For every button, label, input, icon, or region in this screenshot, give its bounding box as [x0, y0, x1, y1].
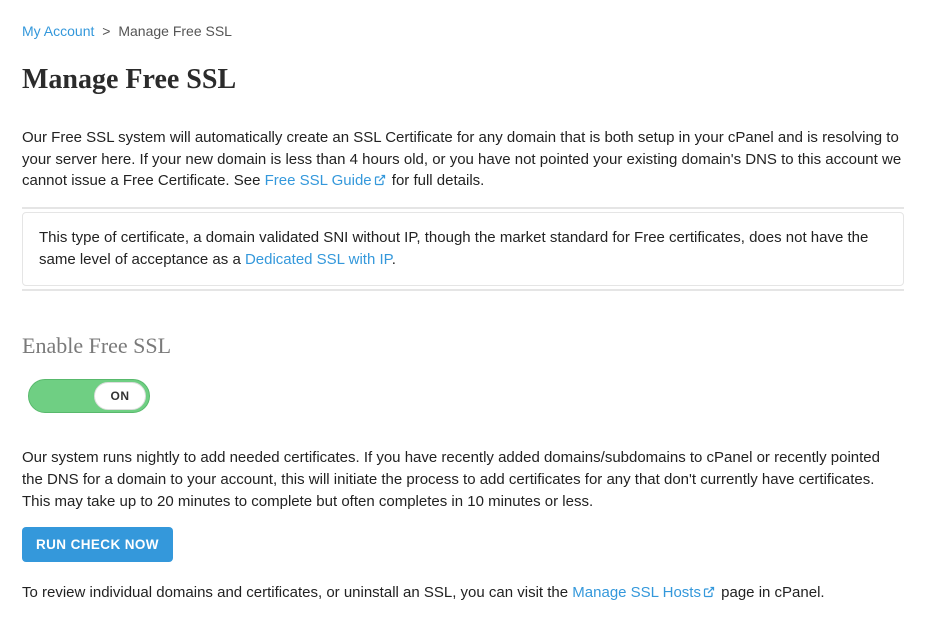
toggle-knob: ON [94, 382, 146, 410]
enable-heading: Enable Free SSL [22, 331, 904, 362]
review-text: To review individual domains and certifi… [22, 582, 904, 605]
free-ssl-guide-link[interactable]: Free SSL Guide [265, 172, 392, 189]
manage-ssl-hosts-link[interactable]: Manage SSL Hosts [572, 584, 721, 601]
intro-part2: for full details. [392, 172, 485, 189]
breadcrumb-separator: > [102, 23, 110, 39]
external-link-icon [703, 583, 715, 605]
note-container: This type of certificate, a domain valid… [22, 207, 904, 291]
manage-ssl-hosts-link-label: Manage SSL Hosts [572, 584, 701, 601]
run-check-now-button[interactable]: RUN CHECK NOW [22, 527, 173, 562]
toggle-label: ON [111, 388, 130, 405]
enable-free-ssl-toggle[interactable]: ON [28, 379, 150, 413]
dedicated-ssl-link[interactable]: Dedicated SSL with IP [245, 251, 392, 268]
review-part1: To review individual domains and certifi… [22, 584, 572, 601]
note-part1: This type of certificate, a domain valid… [39, 229, 868, 268]
breadcrumb-current: Manage Free SSL [118, 23, 232, 39]
breadcrumb: My Account > Manage Free SSL [22, 22, 904, 42]
note-text: This type of certificate, a domain valid… [39, 227, 887, 271]
run-check-description: Our system runs nightly to add needed ce… [22, 447, 904, 512]
note-box: This type of certificate, a domain valid… [22, 212, 904, 286]
review-part2: page in cPanel. [721, 584, 824, 601]
note-part2: . [392, 251, 396, 268]
page-title: Manage Free SSL [22, 60, 904, 99]
external-link-icon [374, 171, 386, 193]
intro-text: Our Free SSL system will automatically c… [22, 127, 904, 193]
free-ssl-guide-link-label: Free SSL Guide [265, 172, 372, 189]
breadcrumb-root-link[interactable]: My Account [22, 23, 94, 39]
